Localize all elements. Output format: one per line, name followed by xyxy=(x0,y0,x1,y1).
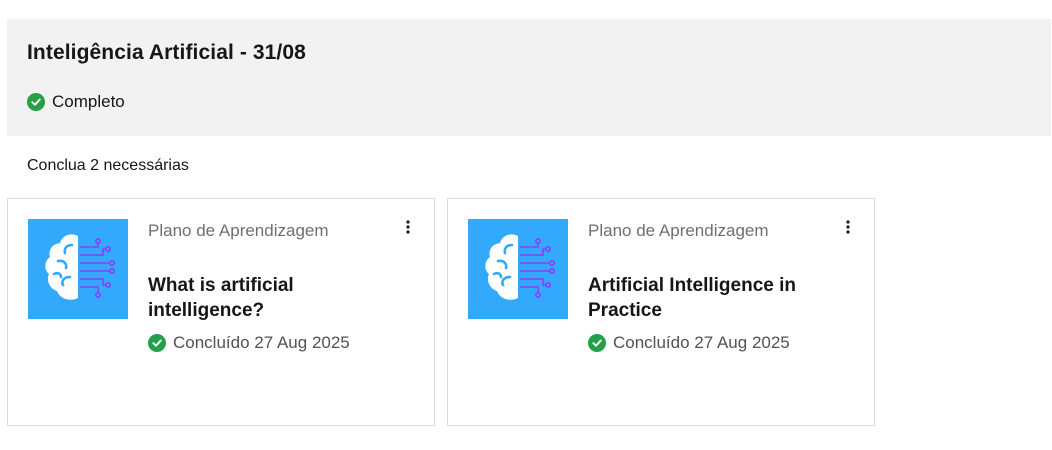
card-status-text: Concluído 27 Aug 2025 xyxy=(173,333,350,352)
requirement-text: Conclua 2 necessárias xyxy=(27,157,189,174)
card-status-text: Concluído 27 Aug 2025 xyxy=(613,333,790,352)
page-title: Inteligência Artificial - 31/08 xyxy=(27,41,306,64)
learning-plan-card[interactable]: Plano de Aprendizagem Artificial Intelli… xyxy=(447,198,875,426)
overflow-menu-button[interactable] xyxy=(396,215,420,239)
card-status: Concluído 27 Aug 2025 xyxy=(148,333,350,353)
completion-status: Completo xyxy=(27,92,125,112)
card-type-label: Plano de Aprendizagem xyxy=(588,221,769,240)
header-panel: Inteligência Artificial - 31/08 Completo xyxy=(7,19,1051,136)
learning-plan-card[interactable]: Plano de Aprendizagem What is artificial… xyxy=(7,198,435,426)
card-thumbnail xyxy=(468,219,568,319)
brain-circuit-icon xyxy=(485,234,556,300)
checkmark-icon xyxy=(588,334,606,352)
card-title[interactable]: What is artificial intelligence? xyxy=(148,273,388,323)
overflow-menu-button[interactable] xyxy=(836,215,860,239)
card-status: Concluído 27 Aug 2025 xyxy=(588,333,790,353)
brain-circuit-icon xyxy=(45,234,116,300)
checkmark-icon xyxy=(148,334,166,352)
status-label: Completo xyxy=(52,92,125,111)
card-thumbnail xyxy=(28,219,128,319)
card-type-label: Plano de Aprendizagem xyxy=(148,221,329,240)
checkmark-icon xyxy=(27,93,45,111)
vertical-dots-icon xyxy=(406,220,410,234)
vertical-dots-icon xyxy=(846,220,850,234)
card-title[interactable]: Artificial Intelligence in Practice xyxy=(588,273,828,323)
